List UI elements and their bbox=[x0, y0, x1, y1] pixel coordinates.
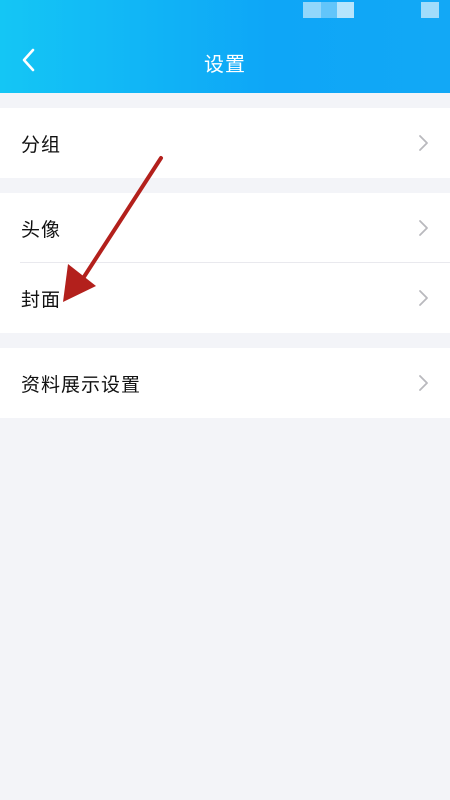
status-indicator bbox=[321, 2, 337, 18]
status-bar bbox=[300, 0, 450, 22]
settings-item-label: 分组 bbox=[21, 133, 62, 156]
settings-item-cover[interactable]: 封面 bbox=[0, 263, 450, 333]
header-bar: 设置 bbox=[0, 0, 450, 93]
chevron-right-icon bbox=[419, 135, 428, 151]
chevron-right-icon bbox=[419, 290, 428, 306]
chevron-right-icon bbox=[419, 375, 428, 391]
status-indicator bbox=[421, 2, 439, 18]
settings-item-label: 资料展示设置 bbox=[21, 373, 142, 396]
settings-group-grouping: 分组 bbox=[0, 108, 450, 178]
settings-item-profile-display[interactable]: 资料展示设置 bbox=[0, 348, 450, 418]
settings-item-group[interactable]: 分组 bbox=[0, 108, 450, 178]
settings-item-avatar[interactable]: 头像 bbox=[0, 193, 450, 263]
settings-item-label: 封面 bbox=[21, 288, 62, 311]
settings-group-profile-images: 头像 封面 bbox=[0, 193, 450, 333]
settings-group-display: 资料展示设置 bbox=[0, 348, 450, 418]
status-indicator bbox=[337, 2, 354, 18]
settings-item-label: 头像 bbox=[21, 218, 62, 241]
status-indicator bbox=[303, 2, 321, 18]
chevron-right-icon bbox=[419, 220, 428, 236]
page-title: 设置 bbox=[204, 52, 246, 76]
